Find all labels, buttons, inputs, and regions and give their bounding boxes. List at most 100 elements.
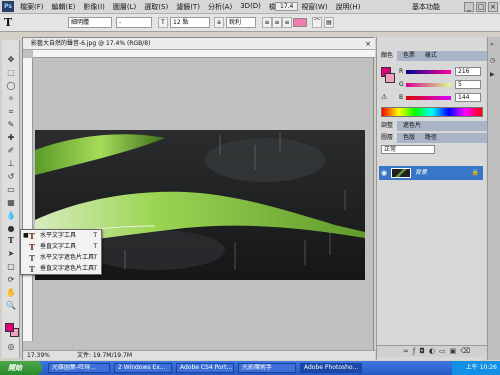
red-track[interactable] [406,70,451,74]
horizontal-ruler[interactable] [33,50,375,58]
quick-mask-icon[interactable]: ◎ [4,341,18,352]
minimize-button[interactable]: _ [464,2,474,12]
align-center-icon[interactable]: ≡ [272,17,282,28]
history-brush-icon[interactable]: ↺ [4,171,18,182]
align-right-icon[interactable]: ≡ [282,17,292,28]
menu-image[interactable]: 影像(I) [83,2,105,12]
blur-tool-icon[interactable]: 💧 [4,210,18,221]
tab-layers[interactable]: 圖層 [377,133,398,143]
document-tab[interactable]: 影藝大自然的聲音-6.jpg @ 17.4% (RGB/8) × [23,38,375,50]
workspace-switcher[interactable]: 基本功能 [412,2,440,12]
green-slider[interactable]: G 5 [399,80,487,91]
healing-brush-icon[interactable]: ✚ [4,132,18,143]
lasso-tool-icon[interactable]: ◯ [4,80,18,91]
start-button[interactable]: 開始 [0,361,42,375]
menu-analysis[interactable]: 分析(A) [208,2,232,12]
tab-swatches[interactable]: 色票 [399,51,419,61]
warning-icon[interactable]: ⚠ [381,93,387,101]
blue-slider[interactable]: B 144 [399,93,487,104]
dodge-tool-icon[interactable]: ● [4,223,18,234]
vertical-type-mask-tool[interactable]: T 垂直文字遮色片工具 T [21,264,101,274]
3d-rotate-icon[interactable]: ⟳ [4,274,18,285]
eraser-tool-icon[interactable]: ▭ [4,184,18,195]
tab-color[interactable]: 顏色 [377,51,398,61]
clock[interactable]: 上午 10:26 [466,364,497,371]
task-item[interactable]: 光影魔術手 [238,363,296,373]
type-tool-icon[interactable]: T [4,16,12,29]
magic-wand-icon[interactable]: ✧ [4,93,18,104]
zoom-selector[interactable]: 17.4 [275,2,299,11]
eyedropper-icon[interactable]: ✎ [4,119,18,130]
gradient-tool-icon[interactable]: ▦ [4,197,18,208]
tab-styles[interactable]: 樣式 [421,51,441,61]
tab-channels[interactable]: 色版 [399,133,419,143]
menu-help[interactable]: 說明(H) [336,2,361,12]
dock-actions-icon[interactable]: ▶ [490,71,495,78]
blue-value[interactable]: 144 [455,93,481,102]
menu-file[interactable]: 檔案(F) [20,2,44,12]
selected-bullet: ■ [23,232,29,239]
new-layer-icon[interactable]: ▣ [450,347,461,355]
task-item[interactable]: 2 Windows Ex... [114,363,172,373]
task-item-active[interactable]: Adobe Photosho... [300,363,362,373]
clone-stamp-icon[interactable]: ⊥ [4,158,18,169]
warp-text-icon[interactable]: ⌒ [312,17,322,28]
vertical-type-tool[interactable]: T 垂直文字工具 T [21,242,101,252]
zoom-level[interactable]: 17.4 [275,2,299,11]
blend-mode-select[interactable]: 正常 [381,145,435,154]
align-left-icon[interactable]: ≡ [262,17,272,28]
close-icon[interactable]: × [365,39,371,50]
delete-layer-icon[interactable]: ⌫ [460,347,474,355]
tab-masks[interactable]: 遮色片 [399,121,425,131]
vertical-ruler[interactable] [23,58,33,341]
maximize-button[interactable]: □ [476,2,486,12]
layer-row-background[interactable]: ◉ 背景 🔒 [379,166,483,180]
font-style-select[interactable]: - [116,17,152,28]
task-item[interactable]: 光碟圖集-旺得... [48,363,110,373]
panel-background-swatch[interactable] [385,73,395,83]
close-button[interactable]: × [488,2,498,12]
red-value[interactable]: 216 [455,67,481,76]
menu-filter[interactable]: 濾鏡(T) [176,2,200,12]
foreground-color-swatch[interactable] [5,323,14,332]
menu-select[interactable]: 選取(S) [144,2,168,12]
zoom-readout[interactable]: 17.39% [27,351,50,360]
green-track[interactable] [406,83,451,87]
zoom-tool-icon[interactable]: 🔍 [4,300,18,311]
tab-adjustments[interactable]: 調整 [377,121,398,131]
red-slider[interactable]: R 216 [399,67,487,78]
font-family-select[interactable]: 細明體 [68,17,112,28]
adjustment-layer-icon[interactable]: ◐ [429,347,439,355]
font-size-select[interactable]: 12 點 [170,17,210,28]
character-panel-icon[interactable]: ▤ [324,17,334,28]
dock-collapse-icon[interactable]: » [490,41,494,48]
dock-history-icon[interactable]: ◷ [490,57,495,64]
layer-name[interactable]: 背景 [415,166,427,180]
add-mask-icon[interactable]: ◘ [419,347,429,355]
font-size-icon: T [158,17,168,28]
path-select-icon[interactable]: ➤ [4,248,18,259]
type-tool-icon[interactable]: T [4,235,18,246]
link-layers-icon[interactable]: ∞ [403,347,413,355]
color-spectrum-bar[interactable] [381,107,483,117]
menu-window[interactable]: 視窗(W) [301,2,327,12]
antialias-select[interactable]: 銳利 [226,17,256,28]
text-color-swatch[interactable] [293,18,307,27]
new-group-icon[interactable]: ▭ [439,347,450,355]
brush-tool-icon[interactable]: ✐ [4,145,18,156]
horizontal-type-mask-tool[interactable]: T 水平文字遮色片工具 T [21,253,101,263]
eye-icon[interactable]: ◉ [381,166,387,180]
green-value[interactable]: 5 [455,80,481,89]
blue-track[interactable] [406,96,451,100]
task-item[interactable]: Adobe CS4 Port... [176,363,234,373]
move-tool-icon[interactable]: ✥ [4,54,18,65]
horizontal-type-tool[interactable]: ■ T 水平文字工具 T [21,231,101,241]
marquee-tool-icon[interactable]: ⬚ [4,67,18,78]
crop-tool-icon[interactable]: ⌗ [4,106,18,117]
menu-3d[interactable]: 3D(D) [240,2,261,12]
shape-tool-icon[interactable]: ▢ [4,261,18,272]
hand-tool-icon[interactable]: ✋ [4,287,18,298]
menu-layer[interactable]: 圖層(L) [113,2,136,12]
menu-edit[interactable]: 編輯(E) [52,2,76,12]
tab-paths[interactable]: 路徑 [421,133,441,143]
